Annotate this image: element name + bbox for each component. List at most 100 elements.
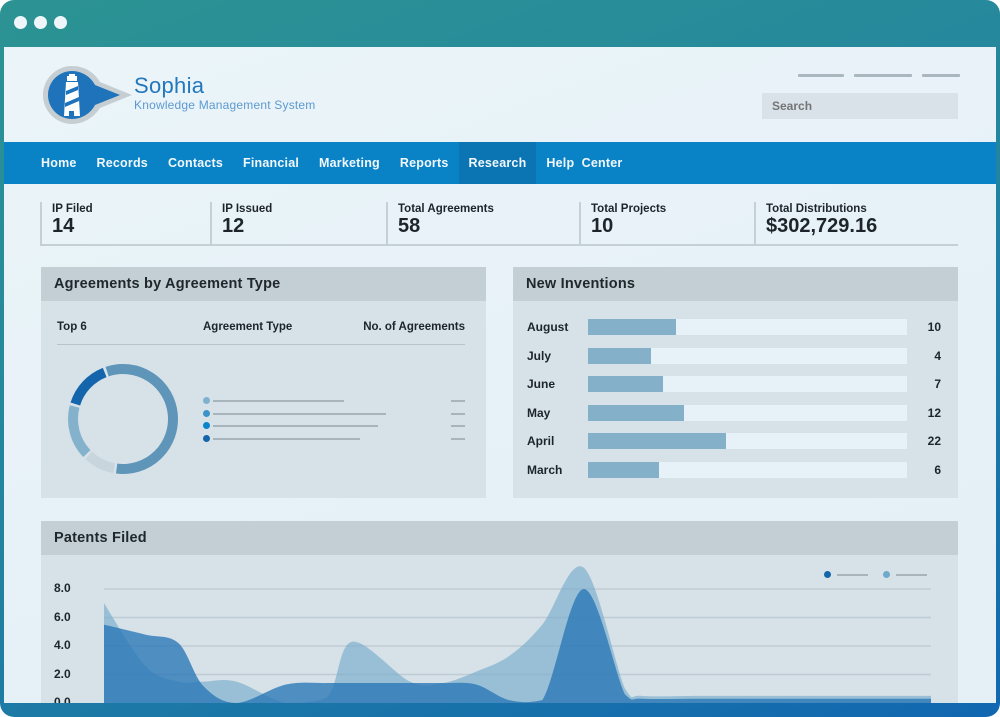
bar-fill bbox=[588, 462, 660, 478]
invention-row[interactable]: March 6 bbox=[527, 462, 941, 478]
stats-bar: IP Filed 14 IP Issued 12 Total Agreement… bbox=[40, 202, 958, 246]
panel-title: Agreements by Agreement Type bbox=[41, 267, 486, 301]
legend-label-line bbox=[837, 574, 868, 576]
stat-value: 12 bbox=[222, 215, 245, 237]
nav-item-help-center[interactable]: Help Center bbox=[536, 142, 632, 184]
bar-fill bbox=[588, 347, 651, 364]
column-header[interactable]: Top 6 bbox=[57, 321, 87, 333]
invention-count: 6 bbox=[934, 463, 941, 477]
window-control-dot[interactable] bbox=[54, 16, 67, 29]
area-series-2[interactable] bbox=[104, 566, 931, 703]
stat-label: Total Projects bbox=[591, 203, 667, 215]
agreement-type-placeholder bbox=[213, 438, 360, 441]
invention-row[interactable]: May 12 bbox=[527, 404, 941, 421]
top-link[interactable] bbox=[922, 74, 960, 77]
invention-count: 4 bbox=[934, 348, 941, 363]
legend-dot bbox=[203, 397, 210, 404]
bar-track bbox=[588, 462, 907, 478]
nav-item-contacts[interactable]: Contacts bbox=[158, 142, 233, 184]
nav-item-marketing[interactable]: Marketing bbox=[309, 142, 390, 184]
invention-row[interactable]: April 22 bbox=[527, 433, 941, 450]
stat-total-distributions: Total Distributions $302,729.16 bbox=[754, 202, 958, 246]
invention-count: 12 bbox=[927, 405, 941, 420]
legend-label-line bbox=[896, 574, 927, 576]
stat-label: Total Agreements bbox=[398, 203, 494, 215]
stat-value: $302,729.16 bbox=[766, 215, 878, 237]
bar-fill bbox=[588, 376, 664, 393]
donut-slice[interactable] bbox=[70, 367, 107, 406]
legend-dot bbox=[203, 409, 210, 417]
invention-row[interactable]: August 10 bbox=[527, 319, 941, 335]
agreements-panel: Agreements by Agreement Type Top 6 Agree… bbox=[41, 267, 486, 498]
main-nav: Home Records Contacts Financial Marketing Rep… bbox=[4, 142, 996, 184]
month-label: August bbox=[527, 320, 569, 334]
agreement-type-row[interactable] bbox=[203, 409, 465, 418]
bar-fill bbox=[588, 319, 676, 335]
nav-item-home[interactable]: Home bbox=[31, 142, 87, 184]
stat-label: IP Filed bbox=[52, 203, 93, 215]
invention-row[interactable]: June 7 bbox=[527, 376, 941, 393]
column-header[interactable]: Agreement Type bbox=[203, 321, 292, 333]
agreement-count-placeholder bbox=[451, 425, 465, 428]
month-label: June bbox=[527, 377, 556, 392]
agreement-count-placeholder bbox=[451, 438, 465, 441]
stat-label: IP Issued bbox=[222, 203, 273, 215]
nav-item-financial[interactable]: Financial bbox=[233, 142, 309, 184]
patents-panel: Patents Filed 8.0 6.0 4.0 2.0 0.0 bbox=[41, 521, 958, 703]
bar-fill bbox=[588, 433, 727, 450]
bar-fill bbox=[588, 404, 685, 421]
window-control-dot[interactable] bbox=[34, 16, 47, 29]
agreement-type-row[interactable] bbox=[203, 397, 465, 405]
legend-dot bbox=[203, 422, 210, 430]
legend-dot bbox=[824, 571, 831, 578]
nav-item-reports[interactable]: Reports bbox=[390, 142, 459, 184]
brand-subtitle: Knowledge Management System bbox=[134, 98, 316, 112]
month-label: March bbox=[527, 463, 563, 477]
bar-track bbox=[588, 347, 907, 364]
bar-track bbox=[588, 376, 907, 393]
agreements-table-header: Top 6 Agreement Type No. of Agreements bbox=[57, 321, 465, 345]
legend-dot bbox=[883, 571, 890, 578]
stat-total-agreements: Total Agreements 58 bbox=[386, 202, 579, 246]
stat-value: 10 bbox=[591, 215, 614, 237]
column-header[interactable]: No. of Agreements bbox=[363, 321, 465, 333]
lighthouse-icon[interactable] bbox=[40, 64, 136, 126]
agreement-type-row[interactable] bbox=[203, 435, 465, 443]
stat-label: Total Distributions bbox=[766, 203, 867, 215]
invention-count: 10 bbox=[927, 320, 941, 334]
top-link[interactable] bbox=[854, 74, 912, 77]
month-label: April bbox=[527, 434, 555, 449]
window-control-dot[interactable] bbox=[14, 16, 27, 29]
donut-chart bbox=[68, 364, 178, 474]
search-input[interactable] bbox=[762, 93, 958, 119]
agreement-type-placeholder bbox=[213, 412, 386, 415]
donut-slice[interactable] bbox=[85, 451, 116, 474]
nav-item-records[interactable]: Records bbox=[87, 142, 158, 184]
legend-dot bbox=[203, 435, 210, 443]
bar-track bbox=[588, 404, 907, 421]
agreement-count-placeholder bbox=[451, 412, 465, 415]
invention-count: 7 bbox=[934, 377, 941, 392]
brand-name: Sophia bbox=[134, 73, 205, 98]
bar-track bbox=[588, 433, 907, 450]
agreement-type-placeholder bbox=[213, 425, 378, 428]
invention-row[interactable]: July 4 bbox=[527, 347, 941, 364]
month-label: July bbox=[527, 348, 552, 363]
app-screen: Sophia Knowledge Management System HomeR… bbox=[4, 47, 996, 703]
inventions-panel: New Inventions August 10 July 4 June 7 May 12 Ap… bbox=[513, 267, 958, 498]
donut-slice[interactable] bbox=[105, 364, 178, 474]
stat-value: 14 bbox=[52, 215, 75, 237]
stat-ip-issued: IP Issued 12 bbox=[210, 202, 386, 246]
stat-value: 58 bbox=[398, 215, 421, 237]
agreement-type-row[interactable] bbox=[203, 422, 465, 430]
agreement-count-placeholder bbox=[451, 400, 465, 402]
top-links bbox=[798, 74, 960, 77]
window-controls bbox=[14, 16, 67, 29]
top-link[interactable] bbox=[798, 74, 844, 77]
nav-item-research[interactable]: Research bbox=[458, 142, 537, 184]
panel-title: New Inventions bbox=[513, 267, 958, 301]
browser-window: Sophia Knowledge Management System HomeR… bbox=[0, 0, 1000, 717]
patents-area-chart bbox=[104, 566, 931, 703]
donut-slice[interactable] bbox=[68, 405, 91, 457]
agreement-type-placeholder bbox=[213, 400, 344, 402]
